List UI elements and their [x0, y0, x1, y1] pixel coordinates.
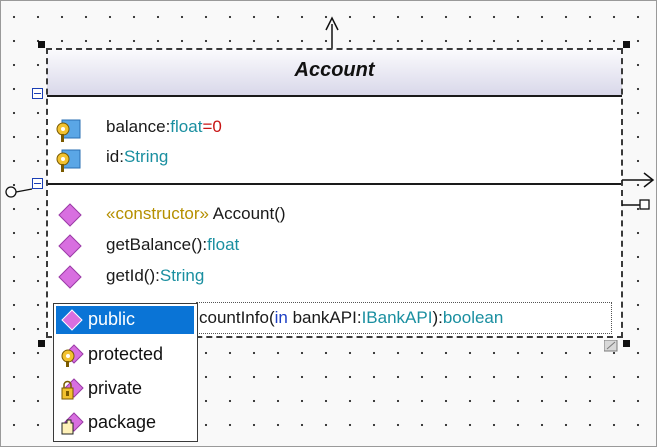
package-visibility-icon [61, 412, 84, 435]
operation-public-icon [58, 203, 82, 227]
resize-handle-top-left[interactable] [38, 41, 45, 48]
interface-lollipop-icon[interactable] [4, 182, 38, 202]
visibility-option-label: private [88, 378, 143, 398]
resize-handle-bottom-left[interactable] [38, 340, 45, 347]
class-box[interactable]: Account balance:float=0 id:String «const… [47, 49, 622, 337]
visibility-option-public[interactable]: public [56, 306, 194, 334]
attributes-divider [47, 183, 622, 185]
attribute-balance[interactable]: balance:float=0 [106, 117, 222, 137]
class-header[interactable]: Account [47, 49, 622, 95]
generalization-arrow-icon[interactable] [310, 14, 350, 50]
visibility-option-label: protected [88, 344, 164, 364]
protected-attribute-icon [56, 119, 81, 142]
resize-grip-icon[interactable] [604, 340, 618, 352]
operation-getBalance[interactable]: getBalance():float [106, 235, 239, 255]
attributes-collapse-button[interactable] [32, 88, 43, 99]
class-name[interactable]: Account [47, 59, 622, 82]
visibility-option-package[interactable]: package [56, 409, 194, 437]
association-arrow-icon[interactable] [618, 168, 656, 218]
attribute-id[interactable]: id:String [106, 147, 168, 167]
operation-constructor[interactable]: «constructor» Account() [106, 204, 286, 224]
protected-visibility-icon [61, 344, 84, 367]
visibility-option-label: package [88, 412, 157, 432]
operation-public-icon [58, 234, 82, 258]
private-visibility-icon [61, 378, 84, 400]
edited-operation-text[interactable]: countInfo(in bankAPI:IBankAPI):boolean [199, 308, 503, 328]
resize-handle-top-right[interactable] [623, 41, 630, 48]
resize-handle-bottom-right[interactable] [623, 340, 630, 347]
visibility-option-protected[interactable]: protected [56, 341, 194, 369]
operation-edit-field[interactable]: countInfo(in bankAPI:IBankAPI):boolean [196, 302, 612, 334]
operation-getId[interactable]: getId():String [106, 266, 204, 286]
diagram-canvas[interactable]: Account balance:float=0 id:String «const… [0, 0, 657, 447]
header-divider [47, 95, 622, 97]
visibility-option-private[interactable]: private [56, 375, 194, 403]
visibility-option-label: public [88, 309, 136, 329]
visibility-dropdown[interactable]: public protected private package [53, 303, 198, 442]
operation-public-icon [58, 265, 82, 289]
public-visibility-icon [61, 309, 83, 331]
protected-attribute-icon [56, 149, 81, 172]
